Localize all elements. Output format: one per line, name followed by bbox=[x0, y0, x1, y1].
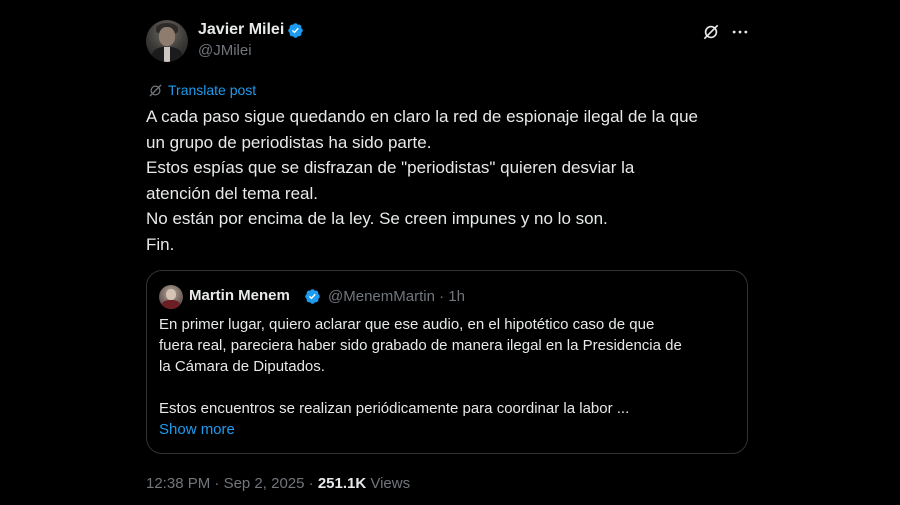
post-time[interactable]: 12:38 PM bbox=[146, 475, 210, 492]
quote-author-name[interactable]: Martin Menem bbox=[189, 287, 290, 304]
translate-post-link[interactable]: Translate post bbox=[148, 82, 256, 98]
tweet-text: A cada paso sigue quedando en claro la r… bbox=[146, 104, 756, 257]
verified-badge-icon bbox=[288, 23, 303, 38]
grok-icon[interactable] bbox=[701, 22, 721, 42]
quote-author-avatar[interactable] bbox=[159, 285, 183, 309]
tweet-line: Fin. bbox=[146, 234, 175, 254]
tweet-line: Estos espías que se disfrazan de "period… bbox=[146, 158, 635, 177]
author-name[interactable]: Javier Milei bbox=[198, 21, 284, 39]
tweet-line: atención del tema real. bbox=[146, 183, 318, 203]
post-meta: 12:38 PM · Sep 2, 2025 · 251.1K Views bbox=[146, 475, 410, 492]
quote-line: En primer lugar, quiero aclarar que ese … bbox=[159, 316, 655, 333]
post-date[interactable]: Sep 2, 2025 bbox=[224, 475, 305, 492]
quote-line-blank bbox=[159, 377, 739, 398]
translate-label[interactable]: Translate post bbox=[168, 82, 256, 98]
tweet-line: un grupo de periodistas ha sido parte. bbox=[146, 132, 432, 152]
quote-verified-badge-icon bbox=[305, 289, 320, 304]
views-label: Views bbox=[370, 475, 411, 492]
quote-line: la Cámara de Diputados. bbox=[159, 358, 325, 375]
meta-separator: · bbox=[308, 475, 314, 492]
author-handle[interactable]: @JMilei bbox=[198, 42, 252, 59]
show-more-link[interactable]: Show more bbox=[159, 421, 235, 438]
quote-author-handle-time[interactable]: @MenemMartin · 1h bbox=[328, 288, 465, 305]
author-avatar[interactable] bbox=[146, 20, 188, 62]
quote-line: Estos encuentros se realizan periódicame… bbox=[159, 400, 630, 417]
tweet-line: No están por encima de la ley. Se creen … bbox=[146, 209, 608, 228]
tweet-line: A cada paso sigue quedando en claro la r… bbox=[146, 107, 698, 126]
quote-text: En primer lugar, quiero aclarar que ese … bbox=[159, 314, 739, 419]
meta-separator: · bbox=[214, 475, 220, 492]
translate-icon bbox=[149, 83, 162, 97]
quoted-post-card[interactable]: Martin Menem @MenemMartin · 1h En primer… bbox=[146, 270, 748, 454]
more-icon[interactable] bbox=[730, 22, 750, 42]
views-count: 251.1K bbox=[317, 475, 367, 492]
quote-line: fuera real, pareciera haber sido grabado… bbox=[159, 337, 682, 354]
